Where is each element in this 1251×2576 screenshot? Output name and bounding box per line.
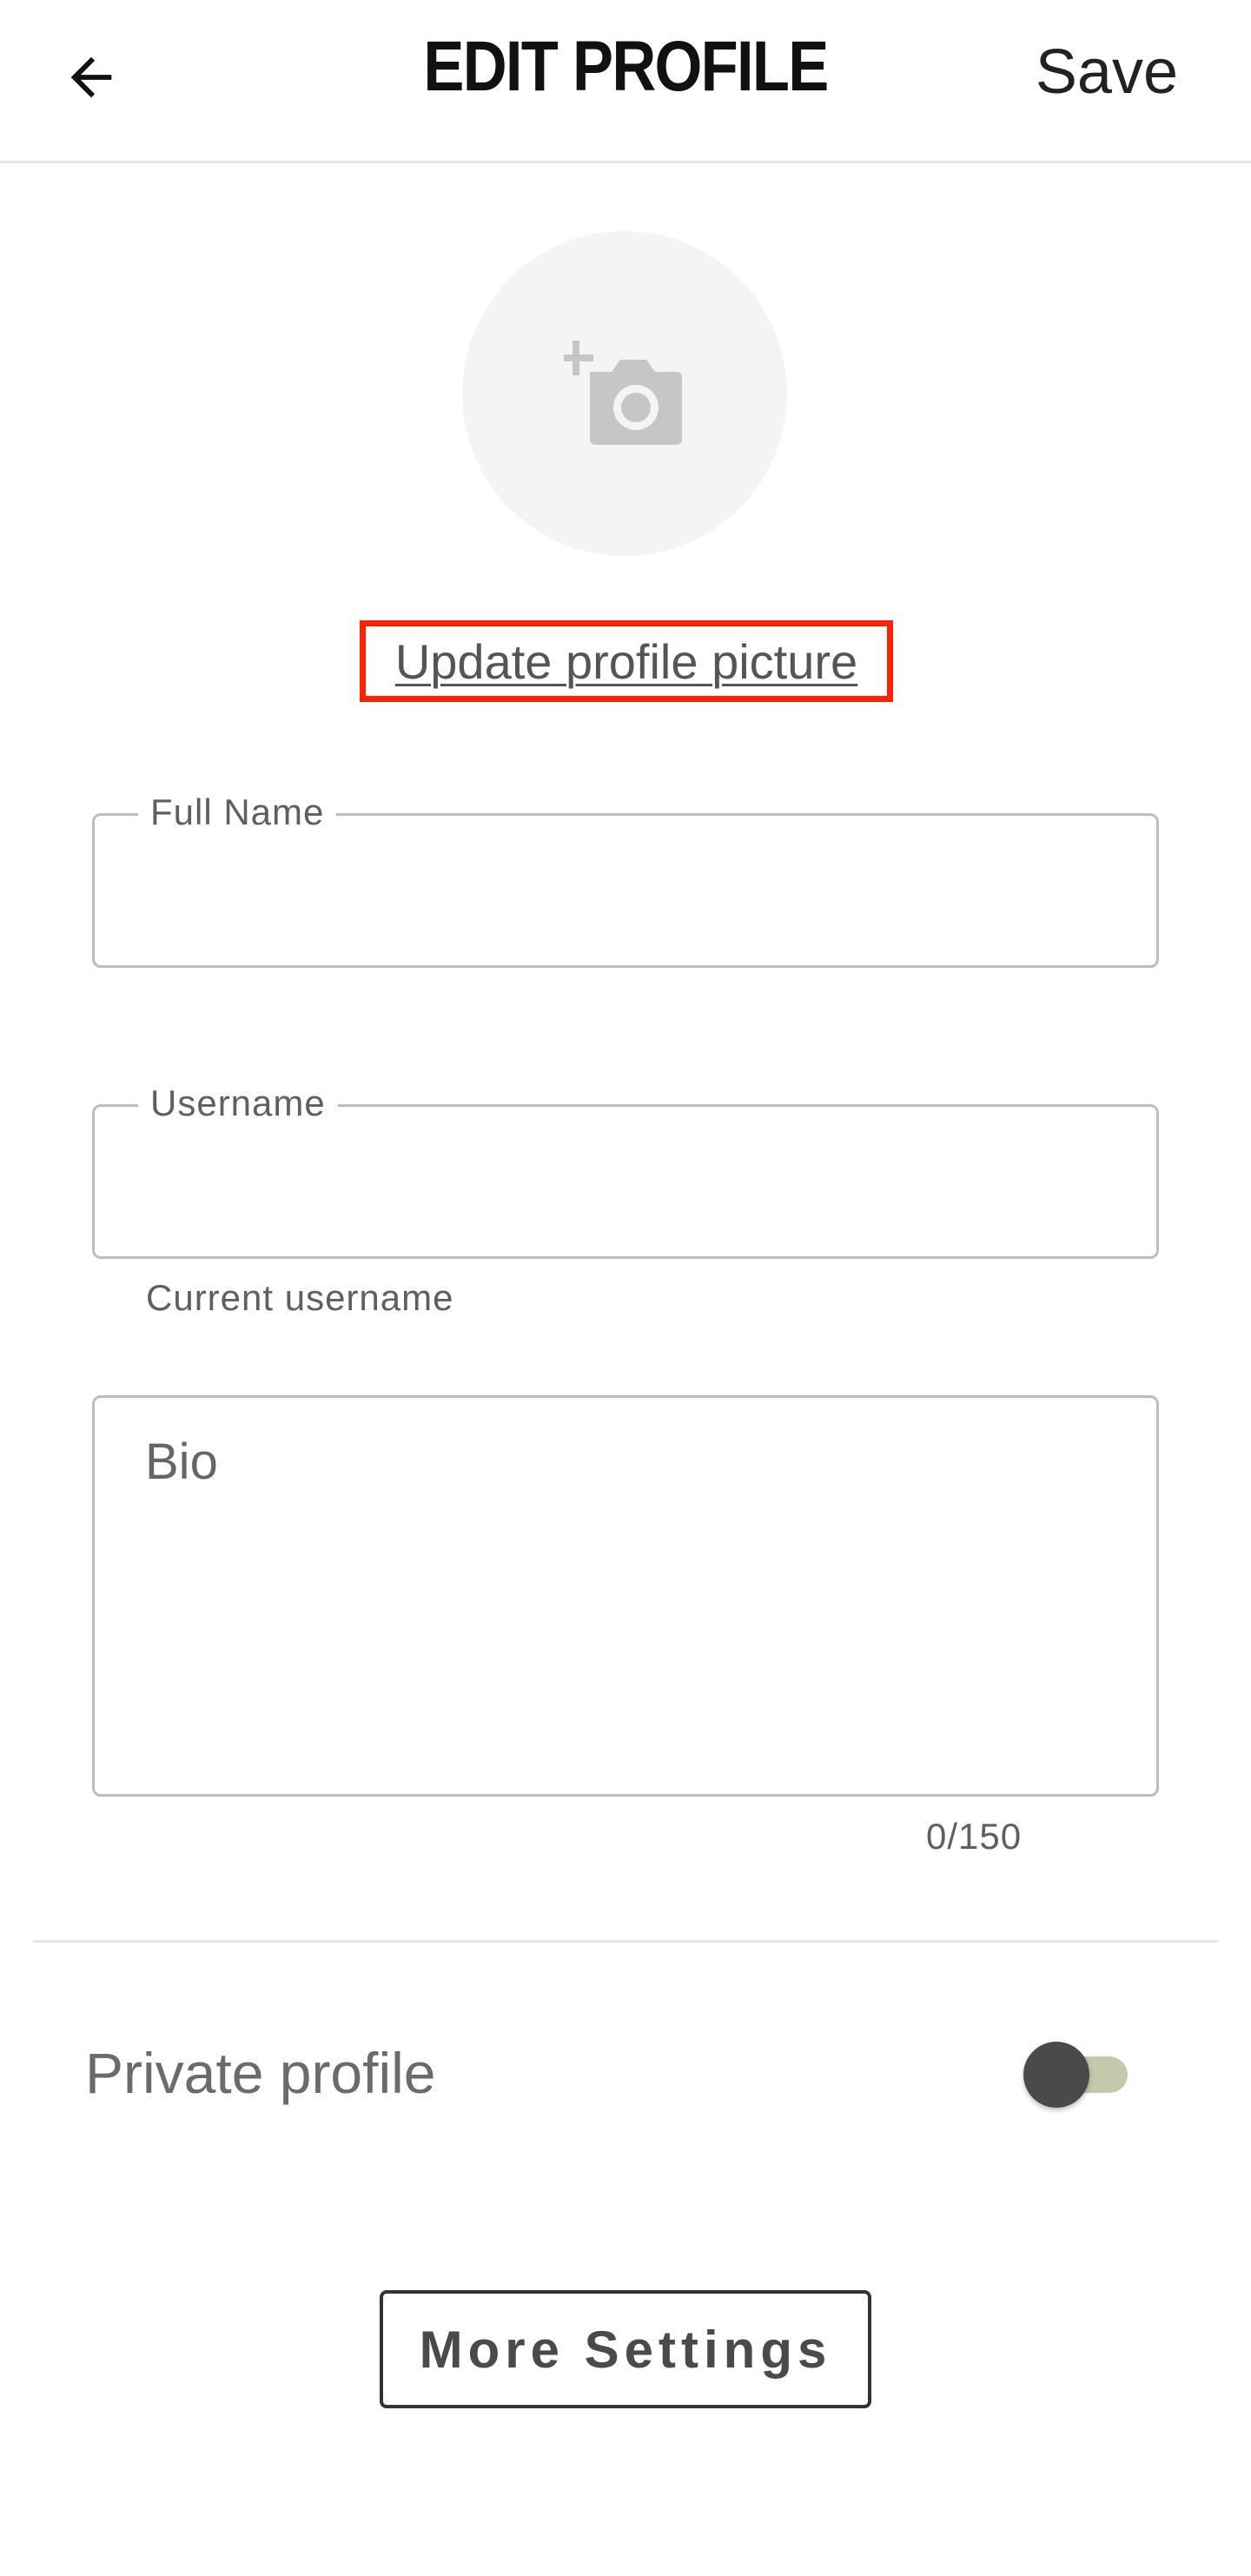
add-photo-camera-icon xyxy=(564,341,682,445)
update-profile-picture-link[interactable]: Update profile picture xyxy=(360,620,893,702)
bio-field[interactable]: Bio xyxy=(92,1395,1159,1797)
private-profile-toggle[interactable] xyxy=(1023,2042,1131,2108)
section-divider xyxy=(33,1940,1218,1943)
full-name-input[interactable] xyxy=(147,863,1104,918)
edit-profile-screen: EDIT PROFILE Save Update profile picture… xyxy=(0,0,1251,2576)
username-label: Username xyxy=(138,1083,338,1124)
full-name-field[interactable]: Full Name xyxy=(92,791,1159,968)
full-name-label: Full Name xyxy=(138,791,337,833)
top-app-bar: EDIT PROFILE Save xyxy=(0,0,1251,163)
more-settings-label: More Settings xyxy=(419,2320,832,2379)
bio-character-counter: 0/150 xyxy=(926,1816,1023,1857)
save-button[interactable]: Save xyxy=(1036,36,1178,108)
avatar[interactable] xyxy=(462,231,787,556)
more-settings-button[interactable]: More Settings xyxy=(380,2290,871,2408)
update-profile-picture-label: Update profile picture xyxy=(394,633,858,689)
page-title: EDIT PROFILE xyxy=(423,27,829,106)
username-input[interactable] xyxy=(147,1154,1104,1209)
username-helper-text: Current username xyxy=(146,1277,454,1318)
private-profile-label: Private profile xyxy=(85,2041,436,2105)
username-field[interactable]: Username xyxy=(92,1083,1159,1259)
bio-placeholder: Bio xyxy=(145,1434,218,1490)
toggle-thumb xyxy=(1023,2042,1089,2108)
